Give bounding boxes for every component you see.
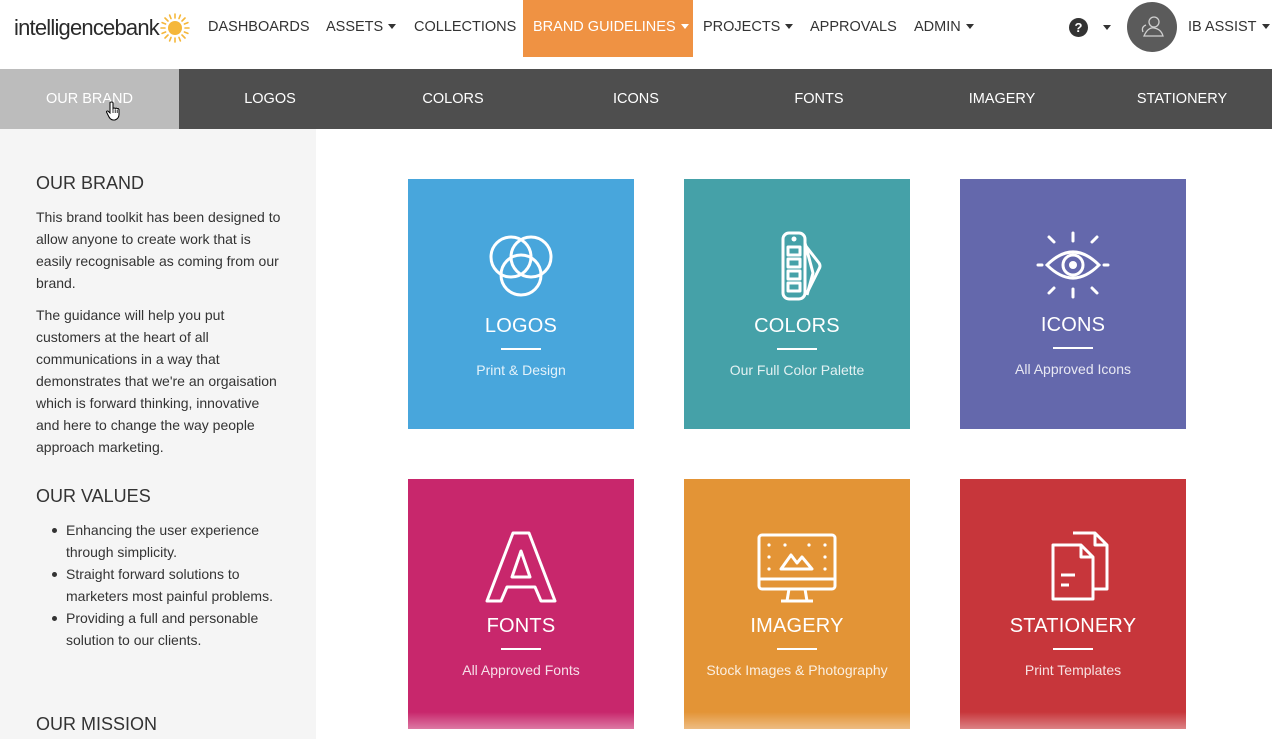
nav-label: BRAND GUIDELINES (533, 19, 676, 35)
tile-logos[interactable]: LOGOS Print & Design (408, 179, 634, 429)
eye-icon (1036, 231, 1110, 299)
tile-divider (1053, 347, 1093, 349)
tile-icons[interactable]: ICONS All Approved Icons (960, 179, 1186, 429)
values-list: Enhancing the user experience through si… (36, 519, 286, 651)
caret-down-icon (388, 23, 397, 29)
tile-stationery[interactable]: STATIONERY Print Templates (960, 479, 1186, 729)
subnav-imagery[interactable]: IMAGERY (912, 69, 1092, 129)
avatar[interactable] (1127, 2, 1177, 52)
our-brand-paragraph-2: The guidance will help you put customers… (36, 307, 277, 455)
tile-subtitle: Stock Images & Photography (706, 662, 888, 678)
user-menu[interactable]: IB ASSIST (1188, 0, 1270, 54)
subnav-fonts[interactable]: FONTS (729, 69, 909, 129)
user-label: IB ASSIST (1188, 19, 1257, 35)
our-values-heading: OUR VALUES (36, 486, 151, 506)
help-icon[interactable]: ? (1069, 18, 1088, 37)
tile-title: ICONS (1040, 314, 1106, 336)
logo[interactable]: intelligencebank (14, 13, 190, 43)
subnav-label: IMAGERY (968, 91, 1036, 107)
caret-down-icon (965, 23, 974, 29)
tile-imagery[interactable]: IMAGERY Stock Images & Photography (684, 479, 910, 729)
tile-subtitle: All Approved Icons (1015, 361, 1131, 377)
caret-down-icon (785, 23, 794, 29)
nav-admin[interactable]: ADMIN (914, 0, 974, 57)
subnav-icons[interactable]: ICONS (546, 69, 726, 129)
list-item: Providing a full and personable solution… (36, 607, 286, 651)
monitor-icon (757, 533, 837, 603)
tile-subtitle: Our Full Color Palette (729, 362, 865, 378)
tile-title: STATIONERY (1009, 615, 1137, 637)
caret-down-icon (680, 23, 689, 29)
nav-label: DASHBOARDS (208, 19, 310, 35)
tile-title: LOGOS (484, 315, 558, 337)
nav-projects[interactable]: PROJECTS (703, 0, 794, 57)
brand-sidebar: OUR BRAND This brand toolkit has been de… (0, 129, 316, 739)
subnav-label: ICONS (613, 91, 659, 107)
tile-divider (1053, 648, 1093, 650)
nav-brand-guidelines[interactable]: BRAND GUIDELINES (523, 0, 693, 57)
our-brand-paragraph-1: This brand toolkit has been designed to … (36, 209, 281, 291)
tile-subtitle: Print Templates (1024, 662, 1122, 678)
list-item: Straight forward solutions to marketers … (36, 563, 286, 607)
tile-fonts[interactable]: FONTS All Approved Fonts (408, 479, 634, 729)
tile-divider (777, 648, 817, 650)
subnav-logos[interactable]: LOGOS (180, 69, 360, 129)
scroll-fade (316, 712, 1272, 739)
letter-a-icon (485, 531, 557, 603)
nav-label: PROJECTS (703, 19, 781, 35)
tile-divider (501, 348, 541, 350)
tile-colors[interactable]: COLORS Our Full Color Palette (684, 179, 910, 429)
tile-divider (777, 348, 817, 350)
nav-label: ADMIN (914, 19, 961, 35)
sun-icon (160, 13, 190, 43)
subnav-label: COLORS (422, 91, 484, 107)
help-caret-icon[interactable] (1103, 25, 1111, 30)
subnav-colors[interactable]: COLORS (363, 69, 543, 129)
tile-title: FONTS (486, 615, 556, 637)
hand-cursor-icon (106, 101, 120, 121)
subnav-our-brand[interactable]: OUR BRAND (0, 69, 179, 129)
our-mission-heading: OUR MISSION (36, 714, 158, 734)
nav-label: ASSETS (326, 19, 384, 35)
subnav-stationery[interactable]: STATIONERY (1092, 69, 1272, 129)
top-navbar: intelligencebank DASHBOARDS ASSETS COLLE… (0, 0, 1272, 69)
documents-icon (1051, 531, 1109, 601)
swatch-icon (781, 231, 822, 301)
tile-subtitle: All Approved Fonts (462, 662, 580, 678)
nav-dashboards[interactable]: DASHBOARDS (208, 0, 310, 57)
our-brand-heading: OUR BRAND (36, 173, 145, 193)
brand-subnav: OUR BRAND LOGOS COLORS ICONS FONTS IMAGE… (0, 69, 1272, 129)
subnav-label: FONTS (794, 91, 844, 107)
tile-subtitle: Print & Design (476, 362, 566, 378)
subnav-label: LOGOS (244, 91, 296, 107)
tile-divider (501, 648, 541, 650)
nav-approvals[interactable]: APPROVALS (810, 0, 897, 57)
subnav-label: STATIONERY (1136, 91, 1228, 107)
nav-assets[interactable]: ASSETS (326, 0, 397, 57)
tile-title: COLORS (754, 315, 840, 337)
tile-title: IMAGERY (750, 615, 844, 637)
logo-text: intelligencebank (14, 15, 160, 40)
nav-label: COLLECTIONS (414, 19, 517, 35)
nav-label: APPROVALS (810, 19, 897, 35)
list-item: Enhancing the user experience through si… (36, 519, 286, 563)
user-icon (1141, 16, 1164, 37)
nav-collections[interactable]: COLLECTIONS (414, 0, 516, 57)
circles-icon (489, 235, 553, 297)
caret-down-icon (1261, 23, 1270, 29)
